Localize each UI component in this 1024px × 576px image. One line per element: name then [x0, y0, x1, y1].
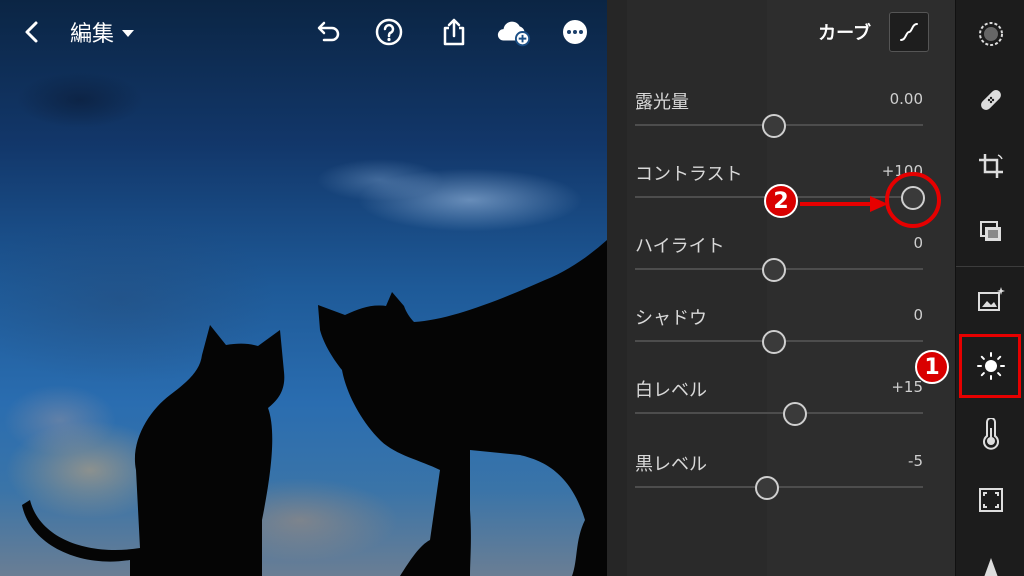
- slider-highlights[interactable]: ハイライト 0: [635, 232, 927, 292]
- crop-icon: [978, 154, 1003, 178]
- auto-icon: [977, 287, 1005, 311]
- slider-label: 黒レベル: [635, 454, 707, 475]
- highlight-ring-contrast-thumb: [885, 172, 941, 228]
- photo-canvas[interactable]: [0, 0, 607, 576]
- cloud-sync-button[interactable]: [496, 14, 532, 50]
- tool-separator: [956, 266, 1024, 267]
- share-button[interactable]: [436, 14, 472, 50]
- step-badge-1: 1: [915, 350, 949, 384]
- help-button[interactable]: [371, 14, 407, 50]
- slider-thumb[interactable]: [762, 114, 786, 138]
- curve-icon: [900, 23, 918, 41]
- tool-crop[interactable]: [956, 144, 1024, 188]
- slider-thumb[interactable]: [762, 330, 786, 354]
- slider-label: ハイライト: [635, 236, 725, 257]
- highlight-box-light-tool: [959, 334, 1021, 398]
- slider-thumb[interactable]: [755, 476, 780, 500]
- back-chevron-icon: [25, 21, 38, 43]
- slider-thumb[interactable]: [782, 402, 807, 426]
- slider-shadows[interactable]: シャドウ 0: [635, 304, 927, 364]
- caret-down-icon: [122, 29, 135, 37]
- slider-blacks[interactable]: 黒レベル -5: [635, 450, 927, 510]
- curve-button[interactable]: [889, 12, 929, 52]
- help-icon: [375, 18, 403, 46]
- share-icon: [443, 18, 465, 46]
- cloud-add-icon: [497, 21, 531, 47]
- step-badge-2: 2: [764, 184, 798, 218]
- slider-label: 白レベル: [635, 380, 707, 401]
- slider-label: 露光量: [635, 92, 689, 113]
- tool-effects[interactable]: [956, 478, 1024, 522]
- slider-track[interactable]: [635, 412, 923, 414]
- selective-icon: [978, 22, 1003, 46]
- edit-mode-dropdown[interactable]: 編集: [70, 14, 135, 50]
- tool-auto[interactable]: [956, 278, 1024, 322]
- slider-value: 0: [913, 306, 923, 324]
- curve-row: カーブ: [818, 12, 929, 52]
- tool-selective[interactable]: [956, 12, 1024, 56]
- slider-value: +15: [891, 378, 923, 396]
- tool-color[interactable]: [956, 412, 1024, 456]
- slider-label: コントラスト: [635, 164, 743, 185]
- slider-value: 0.00: [889, 90, 923, 108]
- presets-icon: [979, 221, 1001, 241]
- more-button[interactable]: [557, 14, 593, 50]
- color-icon: [982, 418, 999, 450]
- arrow-right-icon: [800, 196, 888, 212]
- tool-presets[interactable]: [956, 210, 1024, 254]
- slider-value: -5: [908, 452, 923, 470]
- effects-icon: [978, 488, 1003, 512]
- slider-exposure[interactable]: 露光量 0.00: [635, 88, 927, 148]
- tool-detail[interactable]: [956, 540, 1024, 576]
- slider-thumb[interactable]: [762, 258, 786, 282]
- undo-button[interactable]: [310, 14, 346, 50]
- slider-value: 0: [913, 234, 923, 252]
- curve-label: カーブ: [818, 23, 871, 44]
- tool-strip: [955, 0, 1024, 576]
- cat-silhouettes: [22, 240, 607, 576]
- light-adjust-panel: カーブ 露光量 0.00 コントラスト +100 ハイライト 0 シャドウ 0 …: [607, 0, 955, 576]
- edit-mode-label: 編集: [70, 22, 115, 47]
- slider-label: シャドウ: [635, 308, 707, 329]
- healing-icon: [980, 90, 1001, 110]
- back-button[interactable]: [14, 14, 50, 50]
- slider-whites[interactable]: 白レベル +15: [635, 376, 927, 436]
- more-icon: [563, 20, 587, 44]
- tool-healing[interactable]: [956, 78, 1024, 122]
- undo-icon: [317, 21, 340, 42]
- detail-icon: [983, 558, 998, 576]
